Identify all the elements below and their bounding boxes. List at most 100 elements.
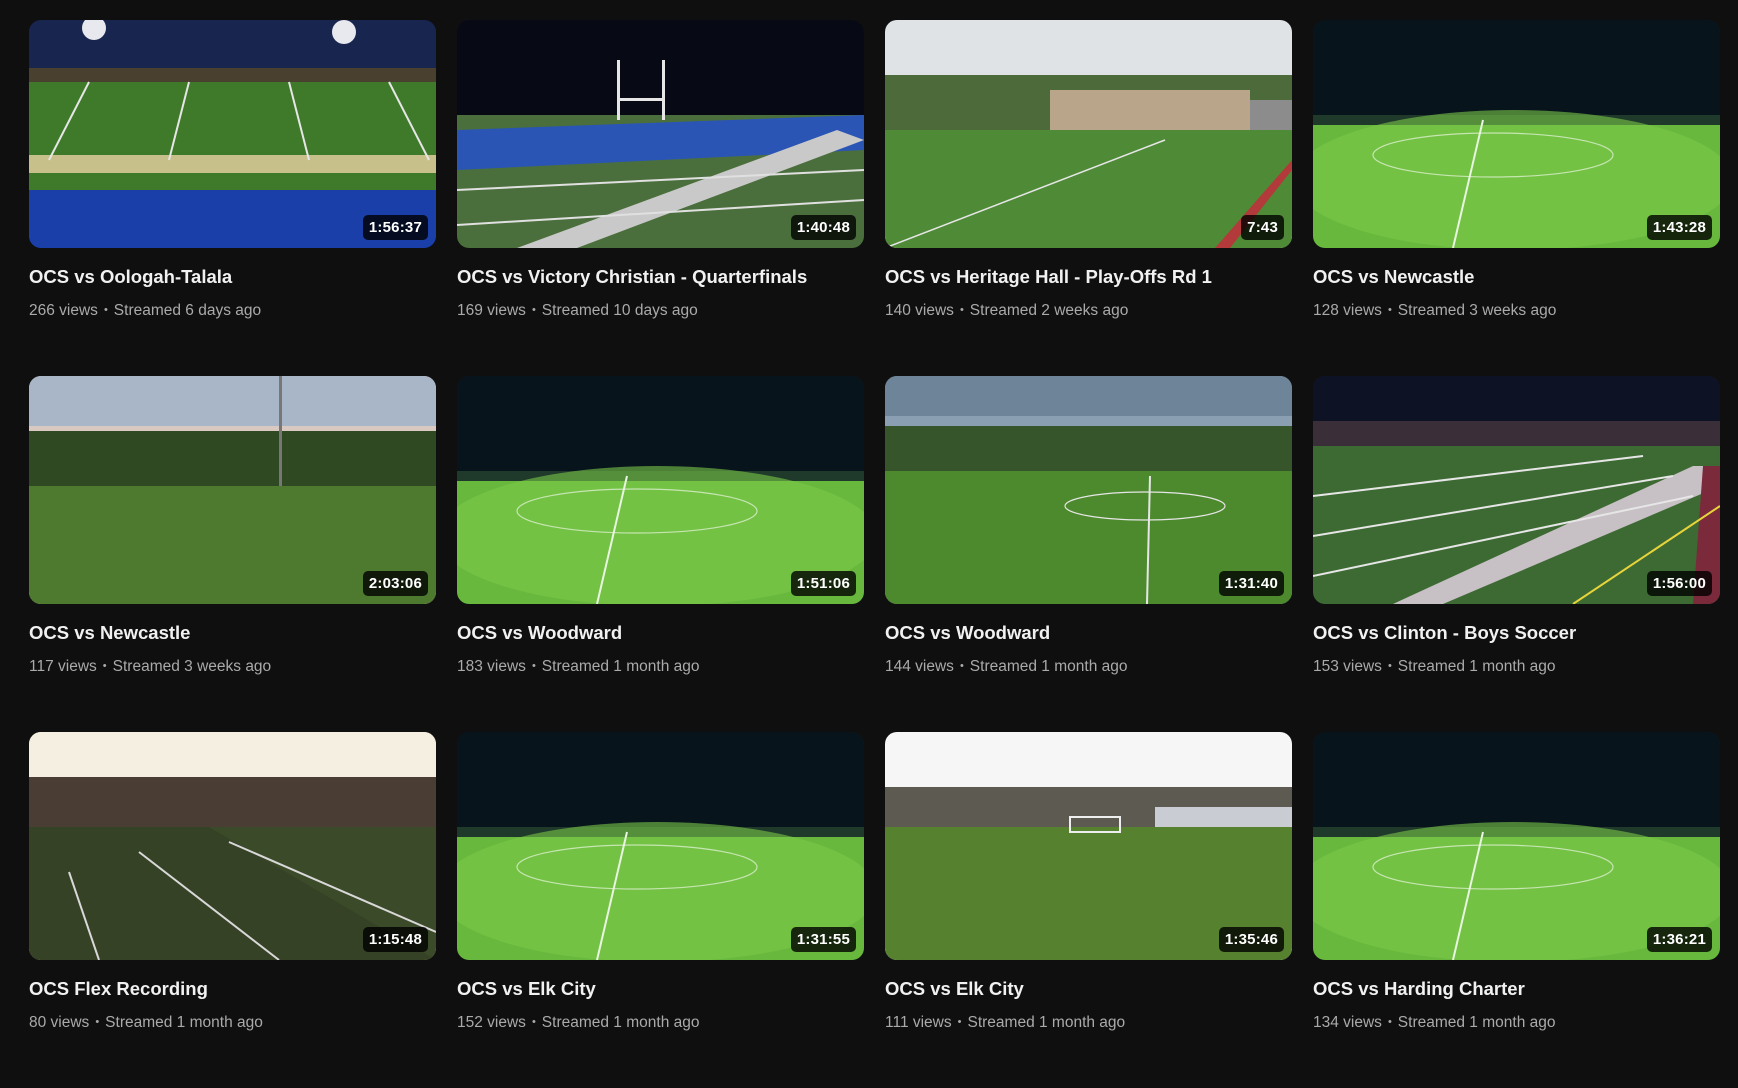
thumbnail-image bbox=[457, 732, 864, 960]
video-thumbnail[interactable]: 2:03:06 bbox=[29, 376, 436, 604]
video-title[interactable]: OCS vs Heritage Hall - Play-Offs Rd 1 bbox=[885, 266, 1292, 288]
video-thumbnail[interactable]: 7:43 bbox=[885, 20, 1292, 248]
video-thumbnail[interactable]: 1:31:55 bbox=[457, 732, 864, 960]
thumbnail-image bbox=[457, 20, 864, 248]
view-count: 134 views bbox=[1313, 1014, 1382, 1031]
view-count: 169 views bbox=[457, 302, 526, 319]
thumbnail-image bbox=[1313, 732, 1720, 960]
thumbnail-image bbox=[29, 376, 436, 604]
stream-date: Streamed 10 days ago bbox=[541, 302, 698, 319]
thumbnail-image bbox=[1313, 376, 1720, 604]
video-card[interactable]: 2:03:06 OCS vs Newcastle 117 views • Strea… bbox=[29, 376, 436, 732]
stream-date: Streamed 1 month ago bbox=[1397, 658, 1556, 675]
duration-badge: 1:40:48 bbox=[790, 215, 856, 240]
video-card[interactable]: 1:36:21 OCS vs Harding Charter 134 views… bbox=[1313, 732, 1720, 1088]
video-title[interactable]: OCS vs Oologah-Talala bbox=[29, 266, 436, 288]
video-title[interactable]: OCS vs Newcastle bbox=[1313, 266, 1720, 288]
video-card[interactable]: 1:43:28 OCS vs Newcastle 128 views • Strea… bbox=[1313, 20, 1720, 376]
duration-badge: 1:15:48 bbox=[362, 927, 428, 952]
thumbnail-image bbox=[29, 20, 436, 248]
video-title[interactable]: OCS vs Woodward bbox=[885, 622, 1292, 644]
view-count: 140 views bbox=[885, 302, 954, 319]
video-metadata: 80 views • Streamed 1 month ago bbox=[29, 1012, 436, 1033]
view-count: 183 views bbox=[457, 658, 526, 675]
video-title[interactable]: OCS vs Harding Charter bbox=[1313, 978, 1720, 1000]
stream-date: Streamed 3 weeks ago bbox=[1397, 302, 1557, 319]
video-title[interactable]: OCS vs Woodward bbox=[457, 622, 864, 644]
view-count: 128 views bbox=[1313, 302, 1382, 319]
separator-dot: • bbox=[102, 660, 107, 672]
video-title[interactable]: OCS vs Newcastle bbox=[29, 622, 436, 644]
duration-badge: 7:43 bbox=[1241, 215, 1284, 240]
stream-date: Streamed 2 weeks ago bbox=[969, 302, 1129, 319]
video-card[interactable]: 1:56:00 OCS vs Clinton - Boys Soccer 153… bbox=[1313, 376, 1720, 732]
video-thumbnail[interactable]: 1:36:21 bbox=[1313, 732, 1720, 960]
separator-dot: • bbox=[1387, 660, 1392, 672]
video-metadata: 153 views • Streamed 1 month ago bbox=[1313, 656, 1720, 677]
video-title[interactable]: OCS vs Clinton - Boys Soccer bbox=[1313, 622, 1720, 644]
video-title[interactable]: OCS vs Elk City bbox=[457, 978, 864, 1000]
video-card[interactable]: 1:51:06 OCS vs Woodward 183 views • Stream… bbox=[457, 376, 864, 732]
video-title[interactable]: OCS Flex Recording bbox=[29, 978, 436, 1000]
thumbnail-image bbox=[1313, 20, 1720, 248]
video-metadata: 266 views • Streamed 6 days ago bbox=[29, 300, 436, 321]
video-card[interactable]: 7:43 OCS vs Heritage Hall - Play-Offs Rd… bbox=[885, 20, 1292, 376]
video-metadata: 140 views • Streamed 2 weeks ago bbox=[885, 300, 1292, 321]
duration-badge: 1:51:06 bbox=[790, 571, 856, 596]
thumbnail-image bbox=[885, 20, 1292, 248]
video-thumbnail[interactable]: 1:56:00 bbox=[1313, 376, 1720, 604]
video-card[interactable]: 1:31:40 OCS vs Woodward 144 views • Stream… bbox=[885, 376, 1292, 732]
video-card[interactable]: 1:35:46 OCS vs Elk City 111 views • Stream… bbox=[885, 732, 1292, 1088]
video-card[interactable]: 1:31:55 OCS vs Elk City 152 views • Stream… bbox=[457, 732, 864, 1088]
separator-dot: • bbox=[959, 304, 964, 316]
video-thumbnail[interactable]: 1:56:37 bbox=[29, 20, 436, 248]
thumbnail-image bbox=[457, 376, 864, 604]
separator-dot: • bbox=[531, 660, 536, 672]
stream-date: Streamed 1 month ago bbox=[967, 1014, 1126, 1031]
separator-dot: • bbox=[1387, 1016, 1392, 1028]
separator-dot: • bbox=[103, 304, 108, 316]
video-metadata: 169 views • Streamed 10 days ago bbox=[457, 300, 864, 321]
stream-date: Streamed 1 month ago bbox=[541, 1014, 700, 1031]
view-count: 266 views bbox=[29, 302, 98, 319]
duration-badge: 2:03:06 bbox=[362, 571, 428, 596]
video-card[interactable]: 1:40:48 OCS vs Victory Christian - Quart… bbox=[457, 20, 864, 376]
view-count: 111 views bbox=[885, 1014, 952, 1031]
duration-badge: 1:56:37 bbox=[362, 215, 428, 240]
view-count: 153 views bbox=[1313, 658, 1382, 675]
video-thumbnail[interactable]: 1:15:48 bbox=[29, 732, 436, 960]
video-card[interactable]: 1:15:48 OCS Flex Recording 80 views • Stre… bbox=[29, 732, 436, 1088]
duration-badge: 1:36:21 bbox=[1646, 927, 1712, 952]
video-title[interactable]: OCS vs Victory Christian - Quarterfinals bbox=[457, 266, 864, 288]
video-metadata: 128 views • Streamed 3 weeks ago bbox=[1313, 300, 1720, 321]
view-count: 117 views bbox=[29, 658, 97, 675]
duration-badge: 1:43:28 bbox=[1646, 215, 1712, 240]
video-metadata: 111 views • Streamed 1 month ago bbox=[885, 1012, 1292, 1033]
video-thumbnail[interactable]: 1:35:46 bbox=[885, 732, 1292, 960]
video-thumbnail[interactable]: 1:51:06 bbox=[457, 376, 864, 604]
video-metadata: 183 views • Streamed 1 month ago bbox=[457, 656, 864, 677]
video-metadata: 134 views • Streamed 1 month ago bbox=[1313, 1012, 1720, 1033]
thumbnail-image bbox=[885, 732, 1292, 960]
separator-dot: • bbox=[531, 304, 536, 316]
video-title[interactable]: OCS vs Elk City bbox=[885, 978, 1292, 1000]
stream-date: Streamed 1 month ago bbox=[105, 1014, 263, 1031]
separator-dot: • bbox=[95, 1016, 100, 1028]
video-thumbnail[interactable]: 1:31:40 bbox=[885, 376, 1292, 604]
duration-badge: 1:35:46 bbox=[1218, 927, 1284, 952]
view-count: 152 views bbox=[457, 1014, 526, 1031]
view-count: 80 views bbox=[29, 1014, 90, 1031]
video-metadata: 117 views • Streamed 3 weeks ago bbox=[29, 656, 436, 677]
video-thumbnail[interactable]: 1:40:48 bbox=[457, 20, 864, 248]
video-card[interactable]: 1:56:37 OCS vs Oologah-Talala 266 views •… bbox=[29, 20, 436, 376]
thumbnail-image bbox=[29, 732, 436, 960]
view-count: 144 views bbox=[885, 658, 954, 675]
stream-date: Streamed 3 weeks ago bbox=[112, 658, 272, 675]
video-thumbnail[interactable]: 1:43:28 bbox=[1313, 20, 1720, 248]
separator-dot: • bbox=[1387, 304, 1392, 316]
duration-badge: 1:31:55 bbox=[790, 927, 856, 952]
duration-badge: 1:56:00 bbox=[1646, 571, 1712, 596]
separator-dot: • bbox=[959, 660, 964, 672]
video-metadata: 152 views • Streamed 1 month ago bbox=[457, 1012, 864, 1033]
separator-dot: • bbox=[531, 1016, 536, 1028]
